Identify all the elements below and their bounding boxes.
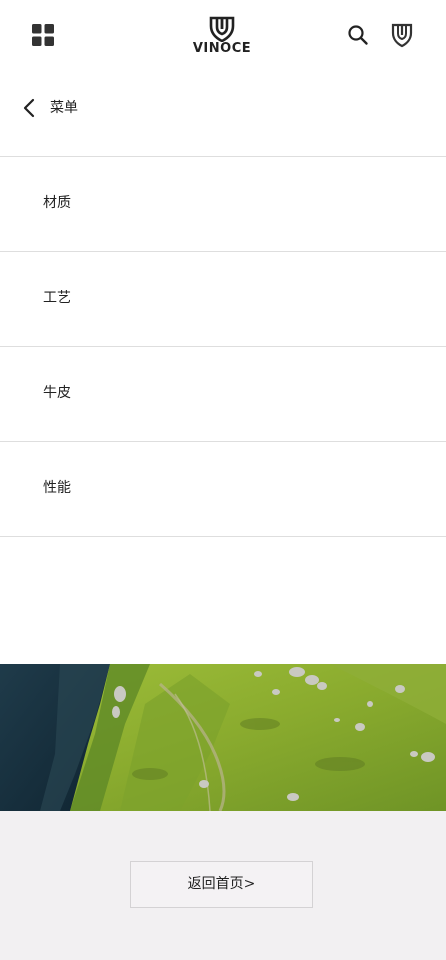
- chevron-left-icon: [23, 98, 35, 118]
- menu-item-label: 工艺: [43, 290, 71, 306]
- menu-list: 材质 工艺 牛皮 性能: [0, 156, 446, 537]
- menu-title: 菜单: [50, 100, 78, 116]
- logo-text: VINOCE: [192, 41, 252, 56]
- menu-item-material[interactable]: 材质: [0, 156, 446, 251]
- search-button[interactable]: [346, 23, 370, 47]
- landscape-banner-image: [0, 664, 446, 811]
- return-home-button[interactable]: 返回首页>: [130, 861, 313, 908]
- menu-back-button[interactable]: 菜单: [0, 84, 446, 132]
- page-footer: 返回首页>: [0, 811, 446, 960]
- menu-grid-button[interactable]: [32, 24, 54, 46]
- menu-item-performance[interactable]: 性能: [0, 441, 446, 537]
- menu-item-label: 性能: [43, 480, 71, 496]
- search-icon: [348, 25, 368, 45]
- brand-logo[interactable]: VINOCE: [188, 16, 256, 56]
- menu-item-craft[interactable]: 工艺: [0, 251, 446, 346]
- logo-shield-icon: [209, 16, 235, 42]
- shield-icon: [391, 23, 413, 48]
- site-header: VINOCE: [0, 0, 446, 72]
- account-button[interactable]: [390, 22, 414, 48]
- menu-item-label: 牛皮: [43, 385, 71, 401]
- grid-icon: [32, 24, 54, 46]
- menu-item-leather[interactable]: 牛皮: [0, 346, 446, 441]
- menu-item-label: 材质: [43, 195, 71, 211]
